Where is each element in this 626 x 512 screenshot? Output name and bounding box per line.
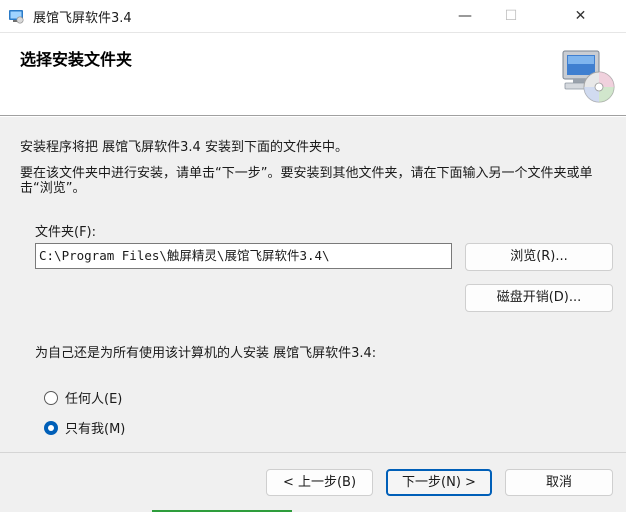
wizard-header: 选择安装文件夹 [0, 33, 626, 116]
minimize-icon: — [458, 8, 472, 24]
browse-button[interactable]: 浏览(R)... [465, 243, 613, 271]
radio-unchecked-icon[interactable] [44, 390, 58, 405]
title-bar: 展馆飞屏软件3.4 — ☐ ✕ [0, 0, 626, 33]
radio-just-me[interactable]: 只有我(M) [44, 418, 125, 437]
folder-label: 文件夹(F): [35, 225, 97, 240]
maximize-button[interactable]: ☐ [488, 0, 534, 32]
install-location-info: 安装程序将把 展馆飞屏软件3.4 安装到下面的文件夹中。 [20, 140, 348, 155]
install-scope-label: 为自己还是为所有使用该计算机的人安装 展馆飞屏软件3.4: [35, 346, 377, 361]
page-title: 选择安装文件夹 [20, 50, 133, 69]
install-instructions: 要在该文件夹中进行安装，请单击“下一步”。要安装到其他文件夹，请在下面输入另一个… [20, 166, 593, 196]
next-button[interactable]: 下一步(N) > [386, 469, 492, 496]
close-button[interactable]: ✕ [535, 0, 626, 32]
disk-cost-button[interactable]: 磁盘开销(D)... [465, 284, 613, 312]
radio-just-me-label: 只有我(M) [65, 422, 126, 437]
folder-path-input[interactable]: C:\Program Files\触屏精灵\展馆飞屏软件3.4\ [35, 243, 452, 269]
window-title: 展馆飞屏软件3.4 [33, 11, 132, 26]
radio-everyone-label: 任何人(E) [65, 392, 123, 407]
back-button[interactable]: < 上一步(B) [266, 469, 373, 496]
computer-with-cd-icon [562, 50, 615, 103]
radio-checked-icon[interactable] [44, 420, 58, 435]
maximize-icon: ☐ [504, 8, 518, 24]
minimize-button[interactable]: — [442, 0, 488, 32]
cancel-button[interactable]: 取消 [505, 469, 613, 496]
header-divider [0, 116, 626, 117]
footer-divider [0, 452, 626, 453]
radio-everyone[interactable]: 任何人(E) [44, 388, 122, 407]
close-icon: ✕ [574, 8, 587, 24]
installer-app-icon [9, 10, 24, 24]
